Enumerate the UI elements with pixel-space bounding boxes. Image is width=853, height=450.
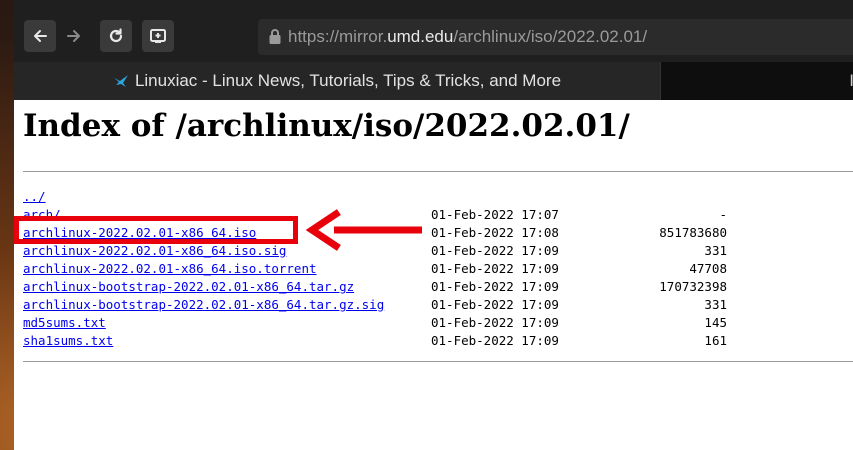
red-arrow-icon bbox=[305, 209, 422, 251]
file-link[interactable]: archlinux-2022.02.01-x86_64.iso.torrent bbox=[23, 261, 317, 276]
file-size: - bbox=[719, 207, 727, 222]
forward-button[interactable] bbox=[58, 20, 90, 52]
file-link[interactable]: archlinux-2022.02.01-x86_64.iso.sig bbox=[23, 243, 286, 258]
file-size: 331 bbox=[704, 243, 727, 258]
file-size: 47708 bbox=[689, 261, 727, 276]
file-date: 01-Feb-2022 17:09 bbox=[431, 261, 559, 276]
file-link[interactable]: sha1sums.txt bbox=[23, 333, 113, 348]
reload-icon bbox=[109, 28, 123, 43]
page-content: Index of /archlinux/iso/2022.02.01/ ../ … bbox=[14, 100, 853, 450]
url-prefix: https://mirror. bbox=[288, 27, 388, 46]
list-item: archlinux-2022.02.01-x86_64.iso.sig 01-F… bbox=[23, 242, 853, 260]
list-item: md5sums.txt 01-Feb-2022 17:09 145 bbox=[23, 314, 853, 332]
parent-directory-link[interactable]: ../ bbox=[23, 189, 46, 204]
list-item: sha1sums.txt 01-Feb-2022 17:09 161 bbox=[23, 332, 853, 350]
file-date: 01-Feb-2022 17:09 bbox=[431, 315, 559, 330]
tab-linuxiac[interactable]: Linuxiac - Linux News, Tutorials, Tips &… bbox=[14, 62, 660, 100]
back-arrow-icon bbox=[34, 30, 47, 42]
list-item: archlinux-bootstrap-2022.02.01-x86_64.ta… bbox=[23, 296, 853, 314]
url-host: umd.edu bbox=[387, 27, 454, 46]
list-item: ../ bbox=[23, 188, 853, 206]
reload-button[interactable] bbox=[100, 20, 132, 52]
bird-favicon-icon bbox=[113, 75, 128, 87]
address-url: https://mirror.umd.edu/archlinux/iso/202… bbox=[288, 27, 647, 47]
highlight-box bbox=[14, 216, 298, 244]
file-size: 145 bbox=[704, 315, 727, 330]
file-date: 01-Feb-2022 17:09 bbox=[431, 297, 559, 312]
file-date: 01-Feb-2022 17:09 bbox=[431, 279, 559, 294]
file-date: 01-Feb-2022 17:09 bbox=[431, 243, 559, 258]
address-bar[interactable]: https://mirror.umd.edu/archlinux/iso/202… bbox=[258, 19, 853, 55]
tab-second[interactable]: I bbox=[660, 62, 853, 100]
tab-strip: Linuxiac - Linux News, Tutorials, Tips &… bbox=[14, 62, 853, 100]
divider bbox=[23, 171, 853, 172]
lock-icon bbox=[269, 29, 281, 44]
file-link[interactable]: archlinux-bootstrap-2022.02.01-x86_64.ta… bbox=[23, 297, 384, 312]
file-link[interactable]: archlinux-bootstrap-2022.02.01-x86_64.ta… bbox=[23, 279, 354, 294]
page-title: Index of /archlinux/iso/2022.02.01/ bbox=[23, 108, 630, 144]
file-size: 331 bbox=[704, 297, 727, 312]
back-button[interactable] bbox=[24, 20, 56, 52]
divider bbox=[23, 361, 853, 362]
browser-window: https://mirror.umd.edu/archlinux/iso/202… bbox=[14, 0, 853, 450]
file-size: 851783680 bbox=[659, 225, 727, 240]
list-item: archlinux-2022.02.01-x86_64.iso.torrent … bbox=[23, 260, 853, 278]
file-listing: ../ arch/ 01-Feb-2022 17:07 - archlinux-… bbox=[23, 188, 853, 350]
url-path: /archlinux/iso/2022.02.01/ bbox=[453, 27, 648, 46]
file-date: 01-Feb-2022 17:07 bbox=[431, 207, 559, 222]
browser-toolbar: https://mirror.umd.edu/archlinux/iso/202… bbox=[14, 0, 853, 62]
forward-arrow-icon bbox=[67, 30, 80, 42]
screenshot-button[interactable] bbox=[142, 20, 174, 52]
file-size: 161 bbox=[704, 333, 727, 348]
file-size: 170732398 bbox=[659, 279, 727, 294]
tab-title: I bbox=[849, 71, 853, 90]
tab-title: Linuxiac - Linux News, Tutorials, Tips &… bbox=[134, 71, 562, 90]
file-date: 01-Feb-2022 17:08 bbox=[431, 225, 559, 240]
file-link[interactable]: md5sums.txt bbox=[23, 315, 106, 330]
screenshot-icon bbox=[150, 29, 166, 43]
list-item: archlinux-bootstrap-2022.02.01-x86_64.ta… bbox=[23, 278, 853, 296]
file-date: 01-Feb-2022 17:09 bbox=[431, 333, 559, 348]
